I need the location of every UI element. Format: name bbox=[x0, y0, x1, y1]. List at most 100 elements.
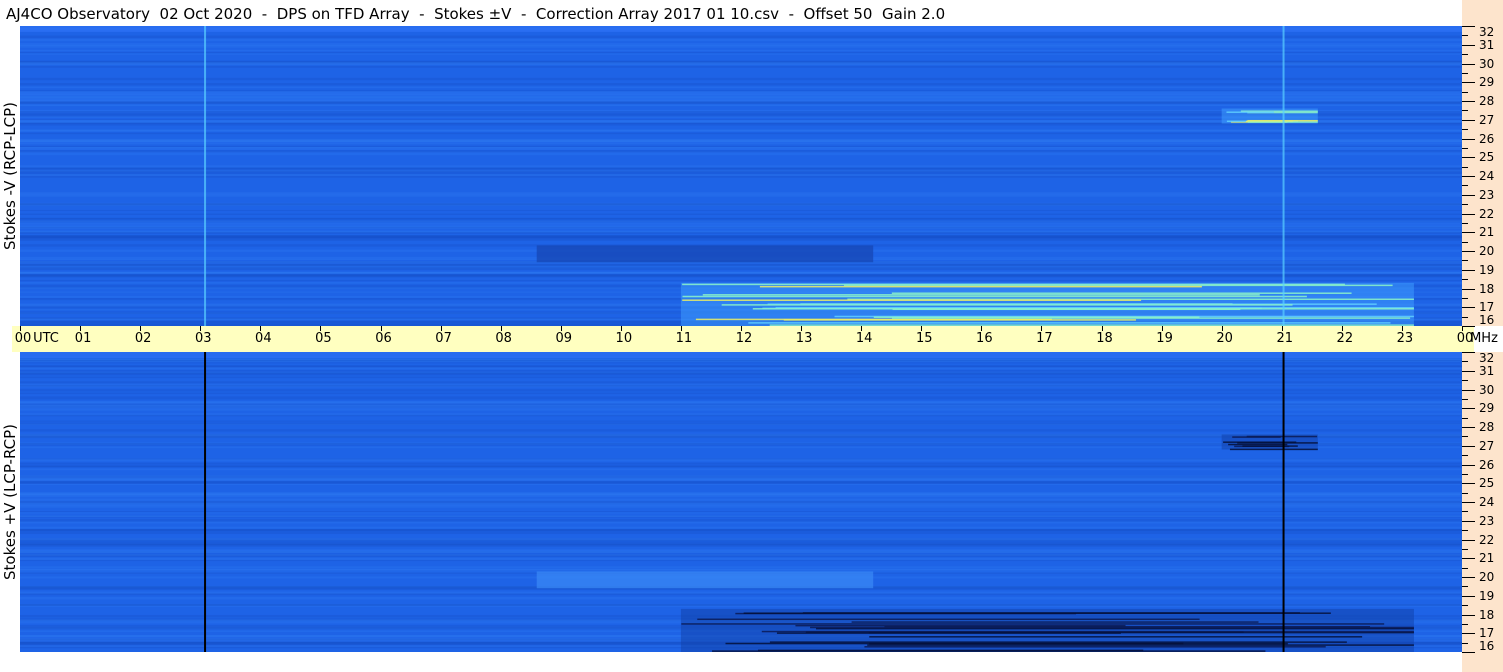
background-streak bbox=[20, 61, 1462, 65]
top-band bbox=[20, 352, 1462, 358]
time-tick-label: 10 bbox=[615, 331, 633, 346]
time-unit-label: UTC bbox=[33, 331, 59, 346]
noise-region bbox=[536, 571, 874, 589]
background-streak bbox=[20, 86, 1462, 89]
freq-tick-label: 28 bbox=[1479, 94, 1495, 108]
background-streak bbox=[20, 96, 1462, 99]
freq-tick bbox=[1462, 577, 1475, 578]
freq-tick bbox=[1462, 251, 1475, 252]
background-streak bbox=[20, 213, 1462, 215]
freq-tick-label: 31 bbox=[1479, 363, 1495, 378]
background-streak bbox=[20, 274, 1462, 278]
bottom-panel-ylabel-container: Stokes +V (LCP-RCP) bbox=[0, 352, 20, 652]
burst-streak bbox=[748, 322, 1391, 324]
background-streak bbox=[20, 458, 1462, 462]
freq-minor-tick bbox=[1462, 297, 1468, 299]
background-streak bbox=[20, 481, 1462, 484]
freq-tick bbox=[1462, 119, 1475, 121]
freq-minor-tick bbox=[1462, 279, 1468, 281]
freq-tick bbox=[1462, 82, 1475, 84]
freq-tick-label: 18 bbox=[1479, 607, 1495, 622]
background-streak bbox=[20, 279, 1462, 282]
freq-minor-tick bbox=[1462, 511, 1468, 513]
background-streak bbox=[20, 49, 1462, 52]
freq-tick-label: 21 bbox=[1479, 551, 1495, 566]
background-streak bbox=[20, 502, 1462, 504]
background-streak bbox=[20, 392, 1462, 395]
freq-minor-tick bbox=[1462, 129, 1468, 131]
freq-tick bbox=[1462, 326, 1475, 327]
background-streak bbox=[20, 99, 1462, 102]
burst-streak bbox=[1242, 445, 1298, 447]
freq-tick bbox=[1462, 464, 1475, 466]
background-streak bbox=[20, 604, 1462, 606]
background-streak bbox=[20, 372, 1462, 376]
vertical-line bbox=[204, 352, 207, 652]
background-streak bbox=[20, 154, 1462, 156]
freq-tick bbox=[1462, 614, 1475, 616]
background-streak bbox=[20, 429, 1462, 432]
background-streak bbox=[20, 143, 1462, 145]
background-streak bbox=[20, 147, 1462, 149]
freq-minor-tick bbox=[1462, 241, 1468, 243]
time-tick-label: 06 bbox=[375, 331, 392, 346]
time-tick-label: 07 bbox=[435, 331, 452, 346]
background-streak bbox=[20, 407, 1462, 409]
burst-streak bbox=[795, 624, 1126, 627]
freq-minor-tick bbox=[1462, 530, 1468, 532]
background-streak bbox=[20, 512, 1462, 514]
freq-minor-tick bbox=[1462, 147, 1468, 149]
freq-tick-label: 22 bbox=[1479, 206, 1495, 221]
background-streak bbox=[20, 468, 1462, 471]
freq-tick bbox=[1462, 633, 1475, 635]
background-streak bbox=[20, 531, 1462, 535]
background-streak bbox=[20, 150, 1462, 153]
time-tick-label: 00 bbox=[14, 331, 32, 346]
background-streak bbox=[20, 385, 1462, 388]
freq-axis-top-strip bbox=[1462, 0, 1503, 26]
freq-minor-tick bbox=[1462, 260, 1468, 262]
background-streak bbox=[20, 501, 1462, 503]
background-streak bbox=[20, 165, 1462, 168]
background-streak bbox=[20, 220, 1462, 223]
burst-streak bbox=[769, 641, 1347, 643]
freq-tick bbox=[1462, 352, 1475, 353]
background-streak bbox=[20, 129, 1462, 132]
background-streak bbox=[20, 77, 1462, 81]
burst-streak bbox=[864, 646, 1326, 648]
background-streak bbox=[20, 267, 1462, 271]
freq-minor-tick bbox=[1462, 185, 1468, 187]
background-streak bbox=[20, 104, 1462, 107]
time-tick-label: 01 bbox=[74, 331, 92, 346]
burst-streak bbox=[873, 316, 1200, 318]
freq-tick-label: 25 bbox=[1479, 150, 1495, 165]
freq-tick bbox=[1462, 389, 1475, 391]
freq-tick-label: 28 bbox=[1479, 420, 1495, 434]
burst-streak bbox=[682, 295, 1307, 298]
freq-tick bbox=[1462, 26, 1475, 27]
freq-tick bbox=[1462, 307, 1475, 309]
background-streak bbox=[20, 496, 1462, 498]
burst-streak bbox=[743, 612, 1331, 614]
time-tick-label: 19 bbox=[1156, 331, 1173, 346]
freq-tick bbox=[1462, 101, 1475, 102]
background-streak bbox=[20, 102, 1462, 104]
freq-tick bbox=[1462, 138, 1475, 140]
burst-streak bbox=[869, 636, 1363, 638]
freq-tick-label: 26 bbox=[1479, 457, 1495, 472]
freq-tick-label: 30 bbox=[1479, 56, 1495, 71]
background-streak bbox=[20, 396, 1462, 400]
freq-minor-tick bbox=[1462, 567, 1468, 569]
burst-streak bbox=[1228, 443, 1288, 446]
time-tick-label: 14 bbox=[855, 331, 873, 346]
background-streak bbox=[20, 237, 1462, 240]
freq-tick bbox=[1462, 176, 1475, 177]
freq-minor-tick bbox=[1462, 110, 1468, 112]
background-streak bbox=[20, 263, 1462, 267]
background-streak bbox=[20, 360, 1462, 362]
freq-minor-tick bbox=[1462, 455, 1468, 457]
freq-tick-label: 30 bbox=[1479, 382, 1495, 397]
burst-streak bbox=[1229, 448, 1318, 451]
freq-tick bbox=[1462, 520, 1475, 522]
freq-tick-label: 21 bbox=[1479, 225, 1495, 240]
